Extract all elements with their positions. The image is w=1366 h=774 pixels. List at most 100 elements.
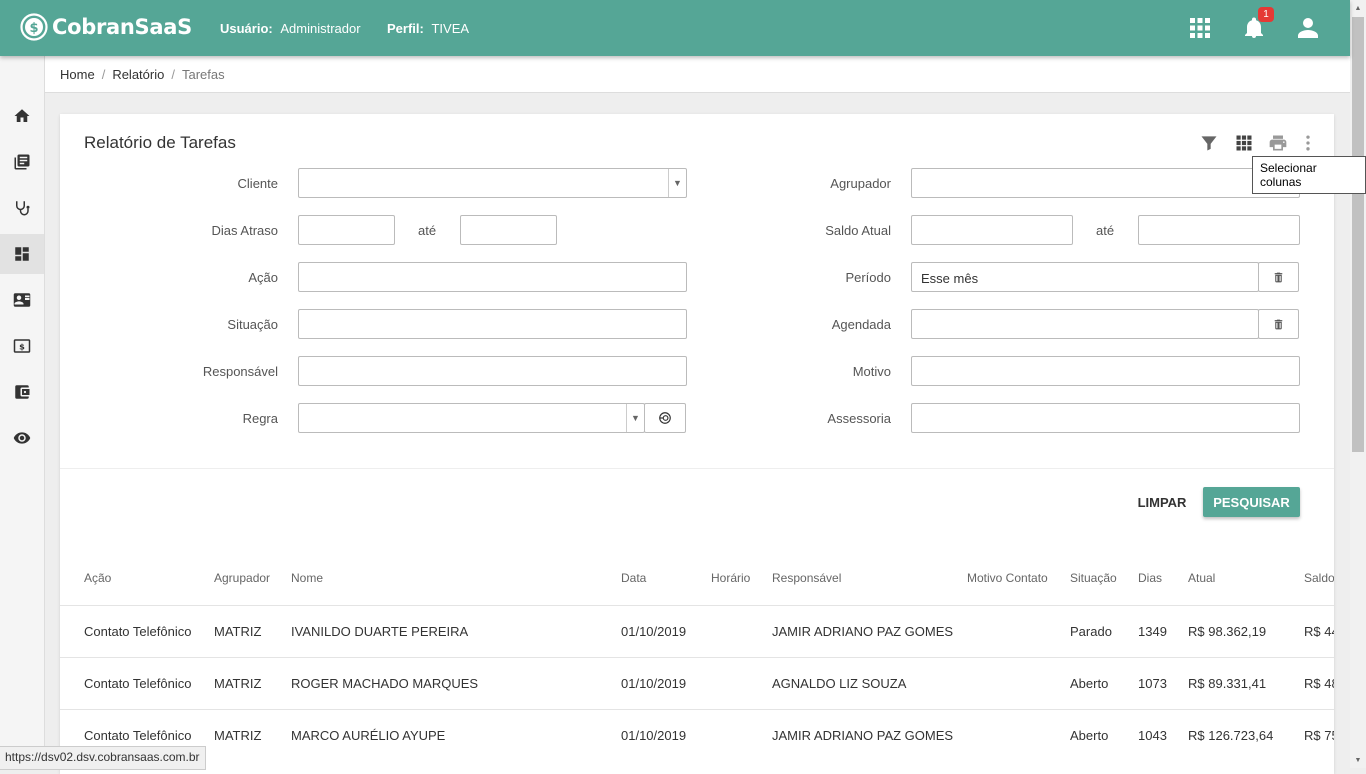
stethoscope-icon	[16, 201, 30, 216]
clear-button[interactable]: LIMPAR	[1136, 487, 1188, 517]
cell-data: 01/10/2019	[621, 624, 687, 639]
responsavel-input[interactable]	[298, 356, 687, 386]
saldo-atual-to-input[interactable]	[1138, 215, 1300, 245]
sidebar-item-health[interactable]	[0, 188, 44, 228]
cell-acao: Contato Telefônico	[84, 624, 192, 639]
sidebar: $	[0, 56, 45, 768]
filter-icon[interactable]	[1199, 133, 1219, 153]
column-header-acao[interactable]: Ação	[84, 571, 111, 585]
contact-card-icon	[13, 293, 31, 307]
sidebar-item-home[interactable]	[0, 96, 44, 136]
user-value: Administrador	[280, 21, 361, 36]
apps-grid-icon[interactable]	[1188, 16, 1212, 40]
columns-grid-icon[interactable]	[1234, 133, 1254, 153]
eye-icon	[13, 432, 31, 444]
cell-agrupador: MATRIZ	[214, 728, 262, 743]
wallet-icon	[15, 385, 30, 399]
cell-situacao: Aberto	[1070, 728, 1109, 743]
agrupador-input[interactable]	[911, 168, 1300, 198]
motivo-input[interactable]	[911, 356, 1300, 386]
notification-badge: 1	[1258, 7, 1274, 22]
scroll-thumb[interactable]	[1352, 17, 1364, 452]
periodo-input[interactable]: Esse mês	[911, 262, 1259, 292]
regra-view-button[interactable]	[644, 403, 686, 433]
book-icon	[14, 154, 30, 170]
sidebar-item-dashboard[interactable]	[0, 234, 44, 274]
acao-label: Ação	[248, 270, 278, 285]
select-columns-tooltip: Selecionar colunas	[1252, 156, 1366, 194]
breadcrumb-separator: /	[101, 66, 106, 82]
profile-label: Perfil:	[387, 21, 424, 36]
cell-situacao: Parado	[1070, 624, 1112, 639]
dashboard-icon	[15, 247, 29, 261]
sidebar-item-wallet[interactable]	[0, 372, 44, 412]
breadcrumb-relatorio[interactable]: Relatório	[112, 67, 164, 82]
agendada-input[interactable]	[911, 309, 1259, 339]
saldo-atual-label: Saldo Atual	[825, 223, 891, 238]
page-scrollbar[interactable]: ▲ ▼	[1350, 0, 1366, 768]
sidebar-item-view[interactable]	[0, 418, 44, 458]
dias-atraso-from-input[interactable]	[298, 215, 395, 245]
agendada-clear-button[interactable]	[1258, 309, 1299, 339]
cell-agrupador: MATRIZ	[214, 624, 262, 639]
table-row[interactable]: Contato Telefônico MATRIZ IVANILDO DUART…	[60, 605, 1334, 658]
periodo-clear-button[interactable]	[1258, 262, 1299, 292]
scroll-down-icon[interactable]: ▼	[1350, 752, 1366, 768]
sidebar-item-books[interactable]	[0, 142, 44, 182]
dias-atraso-to-label: até	[418, 223, 437, 238]
status-url: https://dsv02.dsv.cobransaas.com.br	[0, 746, 206, 770]
chevron-down-icon[interactable]: ▼	[626, 404, 644, 432]
cliente-select[interactable]: ▼	[298, 168, 687, 198]
column-header-situacao[interactable]: Situação	[1070, 571, 1117, 585]
cell-atual: R$ 126.723,64	[1188, 728, 1274, 743]
cell-responsavel: JAMIR ADRIANO PAZ GOMES	[772, 624, 954, 639]
cell-dias: 1043	[1138, 728, 1167, 743]
chevron-down-icon[interactable]: ▼	[668, 169, 686, 197]
svg-text:$: $	[19, 341, 25, 351]
sidebar-item-contacts[interactable]	[0, 280, 44, 320]
column-header-atual[interactable]: Atual	[1188, 571, 1215, 585]
search-button[interactable]: PESQUISAR	[1203, 487, 1300, 517]
svg-text:$: $	[29, 21, 38, 36]
money-icon: $	[13, 339, 31, 353]
print-icon[interactable]	[1268, 133, 1288, 153]
agrupador-label: Agrupador	[830, 176, 891, 191]
column-header-saldo[interactable]: Saldo	[1304, 571, 1334, 585]
cell-responsavel: AGNALDO LIZ SOUZA	[772, 676, 907, 691]
cell-saldo: R$ 75	[1304, 728, 1334, 743]
trash-icon	[1274, 319, 1283, 329]
table-row[interactable]: Contato Telefônico MATRIZ MARCO AURÉLIO …	[60, 709, 1334, 762]
user-account-icon[interactable]	[1296, 16, 1320, 40]
app-logo[interactable]: $ CobranSaaS	[19, 11, 192, 43]
view-icon	[659, 412, 671, 424]
breadcrumb-current: Tarefas	[181, 66, 225, 82]
column-header-data[interactable]: Data	[621, 571, 646, 585]
report-card: Relatório de Tarefas Cliente ▼ Dias Atra…	[60, 114, 1334, 774]
table-row[interactable]: Contato Telefônico MATRIZ ROGER MACHADO …	[60, 657, 1334, 710]
dias-atraso-to-input[interactable]	[460, 215, 557, 245]
cell-agrupador: MATRIZ	[214, 676, 262, 691]
assessoria-input[interactable]	[911, 403, 1300, 433]
periodo-label: Período	[845, 270, 891, 285]
column-header-nome[interactable]: Nome	[291, 571, 323, 585]
breadcrumb-separator: /	[171, 66, 175, 82]
scroll-up-icon[interactable]: ▲	[1350, 0, 1366, 16]
column-header-motivo-contato[interactable]: Motivo Contato	[967, 571, 1048, 585]
regra-select[interactable]: ▼	[298, 403, 645, 433]
home-icon	[14, 109, 30, 122]
situacao-input[interactable]	[298, 309, 687, 339]
column-header-responsavel[interactable]: Responsável	[772, 571, 841, 585]
column-header-dias[interactable]: Dias	[1138, 571, 1162, 585]
more-vert-icon[interactable]	[1298, 133, 1318, 153]
regra-label: Regra	[242, 411, 278, 426]
app-name: CobranSaaS	[52, 15, 192, 39]
cell-data: 01/10/2019	[621, 728, 687, 743]
saldo-atual-from-input[interactable]	[911, 215, 1073, 245]
sidebar-item-finance[interactable]: $	[0, 326, 44, 366]
cell-acao: Contato Telefônico	[84, 676, 192, 691]
breadcrumb-home[interactable]: Home	[60, 67, 95, 82]
acao-input[interactable]	[298, 262, 687, 292]
column-header-agrupador[interactable]: Agrupador	[214, 571, 270, 585]
trash-icon	[1274, 272, 1283, 282]
column-header-horario[interactable]: Horário	[711, 571, 750, 585]
